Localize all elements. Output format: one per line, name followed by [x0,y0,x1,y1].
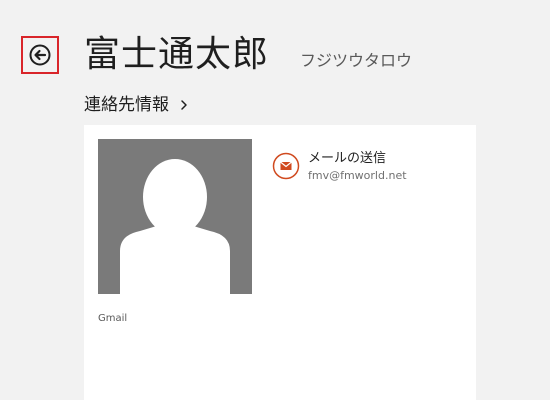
chevron-right-icon [179,98,189,112]
person-silhouette-icon [98,139,252,294]
contact-card: Gmail メールの送信 fmv@fmworld.net [84,125,476,400]
contact-info-section-header[interactable]: 連絡先情報 [84,93,189,117]
back-arrow-icon [29,44,51,66]
avatar [98,139,252,294]
email-address: fmv@fmworld.net [308,169,407,182]
send-email-label: メールの送信 [308,151,387,166]
section-title: 連絡先情報 [84,95,169,115]
contact-name-reading: フジツウタロウ [300,51,413,70]
back-button[interactable] [29,44,51,66]
account-source-label: Gmail [98,313,128,324]
envelope-icon [272,152,300,180]
send-email-action[interactable]: メールの送信 fmv@fmworld.net [272,150,462,186]
contact-name: 富士通太郎 [84,34,270,75]
